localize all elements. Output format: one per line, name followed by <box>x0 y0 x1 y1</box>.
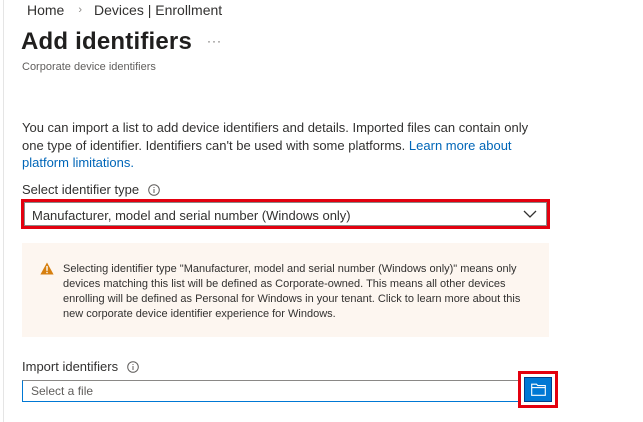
import-identifiers-label: Import identifiers <box>22 359 119 374</box>
breadcrumb-separator: › <box>78 4 83 16</box>
select-file-input[interactable] <box>22 380 520 402</box>
identifier-type-dropdown-box: Manufacturer, model and serial number (W… <box>24 202 547 226</box>
info-icon[interactable] <box>148 183 160 196</box>
left-divider <box>3 0 4 422</box>
description-text: You can import a list to add device iden… <box>22 119 542 172</box>
identifier-type-label-row: Select identifier type <box>22 182 160 197</box>
browse-file-button[interactable] <box>524 377 552 402</box>
folder-icon <box>531 383 546 396</box>
browse-button-highlight <box>518 371 558 408</box>
more-options-button[interactable]: ··· <box>207 33 223 49</box>
breadcrumb-home[interactable]: Home <box>27 2 64 18</box>
warning-banner[interactable]: Selecting identifier type "Manufacturer,… <box>22 243 549 337</box>
identifier-type-dropdown[interactable]: Manufacturer, model and serial number (W… <box>21 199 550 229</box>
warning-icon <box>40 262 54 275</box>
breadcrumb: Home › Devices | Enrollment <box>27 2 222 18</box>
page-subtitle: Corporate device identifiers <box>22 61 156 73</box>
warning-text: Selecting identifier type "Manufacturer,… <box>63 263 521 320</box>
chevron-down-icon <box>523 210 537 218</box>
import-identifiers-label-row: Import identifiers <box>22 359 139 374</box>
identifier-type-label: Select identifier type <box>22 182 140 197</box>
page-title: Add identifiers <box>21 28 193 55</box>
breadcrumb-devices-enrollment[interactable]: Devices | Enrollment <box>94 2 222 18</box>
identifier-type-selected-value: Manufacturer, model and serial number (W… <box>32 208 351 223</box>
info-icon[interactable] <box>127 360 139 373</box>
